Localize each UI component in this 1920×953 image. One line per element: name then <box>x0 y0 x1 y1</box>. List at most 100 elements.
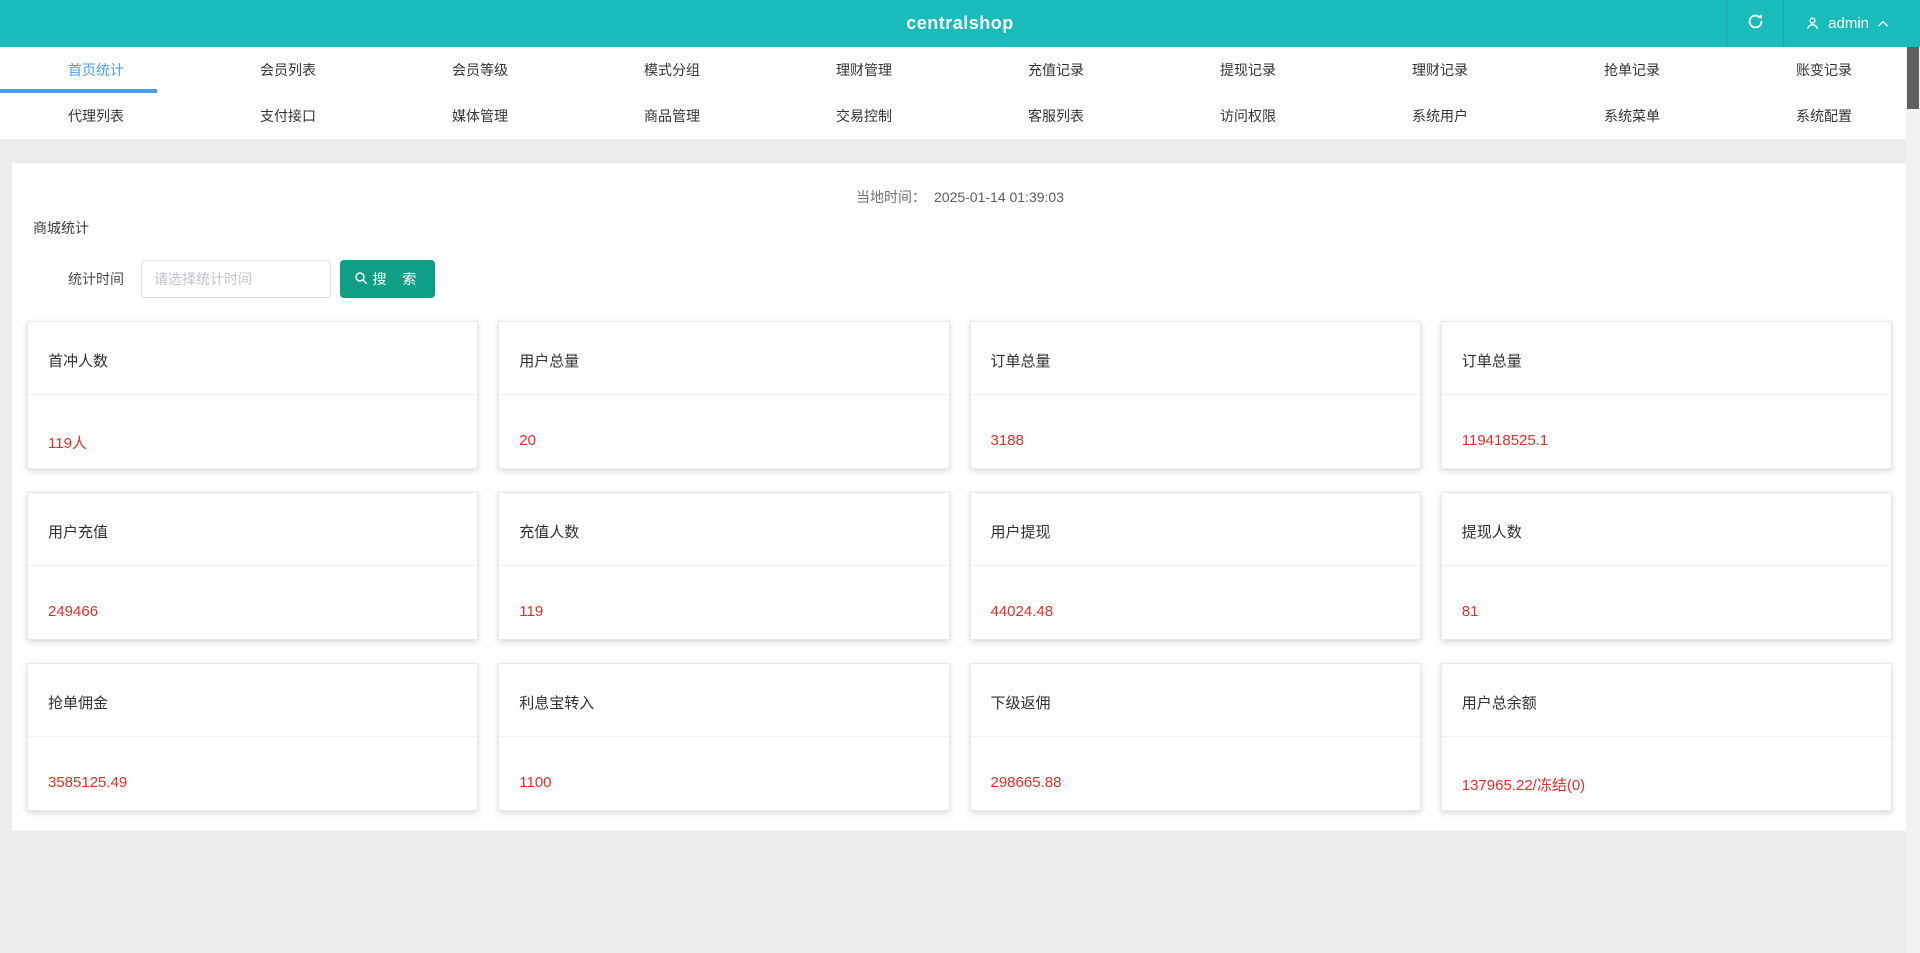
nav-tab-label: 系统用户 <box>1412 108 1468 124</box>
nav-row-2: 代理列表 支付接口 媒体管理 商品管理 交易控制 客服列表 访问权限 系统用户 … <box>0 93 1920 139</box>
nav-tab-access-rights[interactable]: 访问权限 <box>1152 93 1344 139</box>
nav-tab-label: 提现记录 <box>1220 62 1276 78</box>
stat-value: 20 <box>519 432 536 449</box>
nav-tab-system-menu[interactable]: 系统菜单 <box>1536 93 1728 139</box>
stat-title: 抢单佣金 <box>28 664 478 737</box>
refresh-button[interactable] <box>1727 0 1783 47</box>
nav-tab-trade-control[interactable]: 交易控制 <box>768 93 960 139</box>
user-icon <box>1804 15 1821 32</box>
nav-tab-finance-records[interactable]: 理财记录 <box>1344 47 1536 93</box>
stat-value: 119人 <box>48 435 87 452</box>
stat-value: 249466 <box>48 603 99 620</box>
app-header: centralshop admin <box>0 0 1920 47</box>
stat-value: 3585125.49 <box>48 774 128 791</box>
nav-tab-withdraw-records[interactable]: 提现记录 <box>1152 47 1344 93</box>
username-label: admin <box>1828 15 1869 32</box>
chevron-up-icon <box>1876 17 1890 31</box>
nav-tab-system-config[interactable]: 系统配置 <box>1728 93 1920 139</box>
stat-value: 3188 <box>990 432 1024 449</box>
stat-card-withdraw-users: 提现人数 81 <box>1440 492 1892 640</box>
refresh-icon <box>1746 12 1765 36</box>
stat-time-label: 统计时间 <box>68 271 124 287</box>
nav-tab-label: 会员等级 <box>452 62 508 78</box>
stat-title: 订单总量 <box>970 322 1420 395</box>
local-time: 当地时间： 2025-01-14 01:39:03 <box>12 187 1908 205</box>
nav-tab-finance-manage[interactable]: 理财管理 <box>768 47 960 93</box>
stats-filter-row: 统计时间 搜 索 <box>12 260 1908 298</box>
nav-tab-label: 支付接口 <box>260 108 316 124</box>
stat-card-user-recharge: 用户充值 249466 <box>27 492 479 640</box>
local-time-label: 当地时间： <box>856 189 926 205</box>
nav-tab-label: 会员列表 <box>260 62 316 78</box>
page-title: 商城统计 <box>33 220 89 236</box>
stat-value: 44024.48 <box>990 603 1054 620</box>
nav-tab-product-manage[interactable]: 商品管理 <box>576 93 768 139</box>
page-scrollbar[interactable] <box>1906 47 1920 953</box>
stat-value: 119418525.1 <box>1461 432 1549 449</box>
stat-card-total-users: 用户总量 20 <box>498 321 950 469</box>
nav-tab-system-users[interactable]: 系统用户 <box>1344 93 1536 139</box>
stat-card-subordinate-rebate: 下级返佣 298665.88 <box>969 663 1421 811</box>
stat-card-interest-transfer-in: 利息宝转入 1100 <box>498 663 950 811</box>
stat-title: 用户充值 <box>28 493 478 566</box>
search-button[interactable]: 搜 索 <box>340 260 435 298</box>
nav-tab-media-manage[interactable]: 媒体管理 <box>384 93 576 139</box>
main-nav: 首页统计 会员列表 会员等级 模式分组 理财管理 充值记录 提现记录 理财记录 … <box>0 47 1920 139</box>
stat-card-total-order-amount: 订单总量 119418525.1 <box>1440 321 1892 469</box>
nav-tab-payment-api[interactable]: 支付接口 <box>192 93 384 139</box>
nav-tab-label: 交易控制 <box>836 108 892 124</box>
header-right-controls: admin <box>1726 0 1906 47</box>
app-title: centralshop <box>906 13 1014 33</box>
stat-card-grab-order-commission: 抢单佣金 3585125.49 <box>27 663 479 811</box>
nav-tab-balance-change-records[interactable]: 账变记录 <box>1728 47 1920 93</box>
nav-tab-label: 客服列表 <box>1028 108 1084 124</box>
nav-tab-label: 商品管理 <box>644 108 700 124</box>
nav-tab-member-list[interactable]: 会员列表 <box>192 47 384 93</box>
nav-tab-label: 代理列表 <box>68 108 124 124</box>
scrollbar-thumb[interactable] <box>1907 47 1919 109</box>
stat-card-total-orders: 订单总量 3188 <box>969 321 1421 469</box>
nav-tab-grab-order-records[interactable]: 抢单记录 <box>1536 47 1728 93</box>
stat-time-input[interactable] <box>141 260 331 298</box>
stat-value: 119 <box>519 603 544 620</box>
stat-title: 用户总余额 <box>1441 664 1891 737</box>
nav-tab-member-level[interactable]: 会员等级 <box>384 47 576 93</box>
nav-tab-agent-list[interactable]: 代理列表 <box>0 93 192 139</box>
stat-title: 用户提现 <box>970 493 1420 566</box>
content-panel: 当地时间： 2025-01-14 01:39:03 商城统计 统计时间 搜 索 首… <box>12 163 1908 831</box>
stat-value: 298665.88 <box>990 774 1062 791</box>
nav-tab-mode-group[interactable]: 模式分组 <box>576 47 768 93</box>
stat-card-user-total-balance: 用户总余额 137965.22/冻结(0) <box>1440 663 1892 811</box>
stats-card-grid: 首冲人数 119人 用户总量 20 订单总量 3188 订单总量 1194185… <box>12 298 1908 811</box>
stat-card-recharge-users: 充值人数 119 <box>498 492 950 640</box>
stat-value: 1100 <box>519 774 552 791</box>
nav-tab-label: 充值记录 <box>1028 62 1084 78</box>
search-icon <box>353 270 369 289</box>
search-button-label: 搜 索 <box>372 271 423 287</box>
stat-title: 首冲人数 <box>28 322 478 395</box>
local-time-value: 2025-01-14 01:39:03 <box>934 189 1064 205</box>
nav-tab-label: 媒体管理 <box>452 108 508 124</box>
stat-title: 充值人数 <box>499 493 949 566</box>
nav-row-1: 首页统计 会员列表 会员等级 模式分组 理财管理 充值记录 提现记录 理财记录 … <box>0 47 1920 93</box>
stat-title: 下级返佣 <box>970 664 1420 737</box>
stat-value: 81 <box>1461 603 1479 620</box>
nav-tab-label: 理财管理 <box>836 62 892 78</box>
nav-tab-label: 账变记录 <box>1796 62 1852 78</box>
user-menu[interactable]: admin <box>1784 0 1906 47</box>
stat-title: 用户总量 <box>499 322 949 395</box>
nav-tab-label: 抢单记录 <box>1604 62 1660 78</box>
nav-tab-label: 系统菜单 <box>1604 108 1660 124</box>
nav-tab-label: 理财记录 <box>1412 62 1468 78</box>
nav-tab-label: 模式分组 <box>644 62 700 78</box>
nav-tab-label: 首页统计 <box>68 62 124 78</box>
nav-tab-service-list[interactable]: 客服列表 <box>960 93 1152 139</box>
stat-title: 订单总量 <box>1441 322 1891 395</box>
nav-tab-label: 访问权限 <box>1220 108 1276 124</box>
stat-value: 137965.22/冻结(0) <box>1461 777 1586 794</box>
stat-card-user-withdraw: 用户提现 44024.48 <box>969 492 1421 640</box>
nav-tab-home-stats[interactable]: 首页统计 <box>0 47 192 93</box>
nav-tab-recharge-records[interactable]: 充值记录 <box>960 47 1152 93</box>
stat-card-first-recharge-users: 首冲人数 119人 <box>27 321 479 469</box>
stat-title: 利息宝转入 <box>499 664 949 737</box>
